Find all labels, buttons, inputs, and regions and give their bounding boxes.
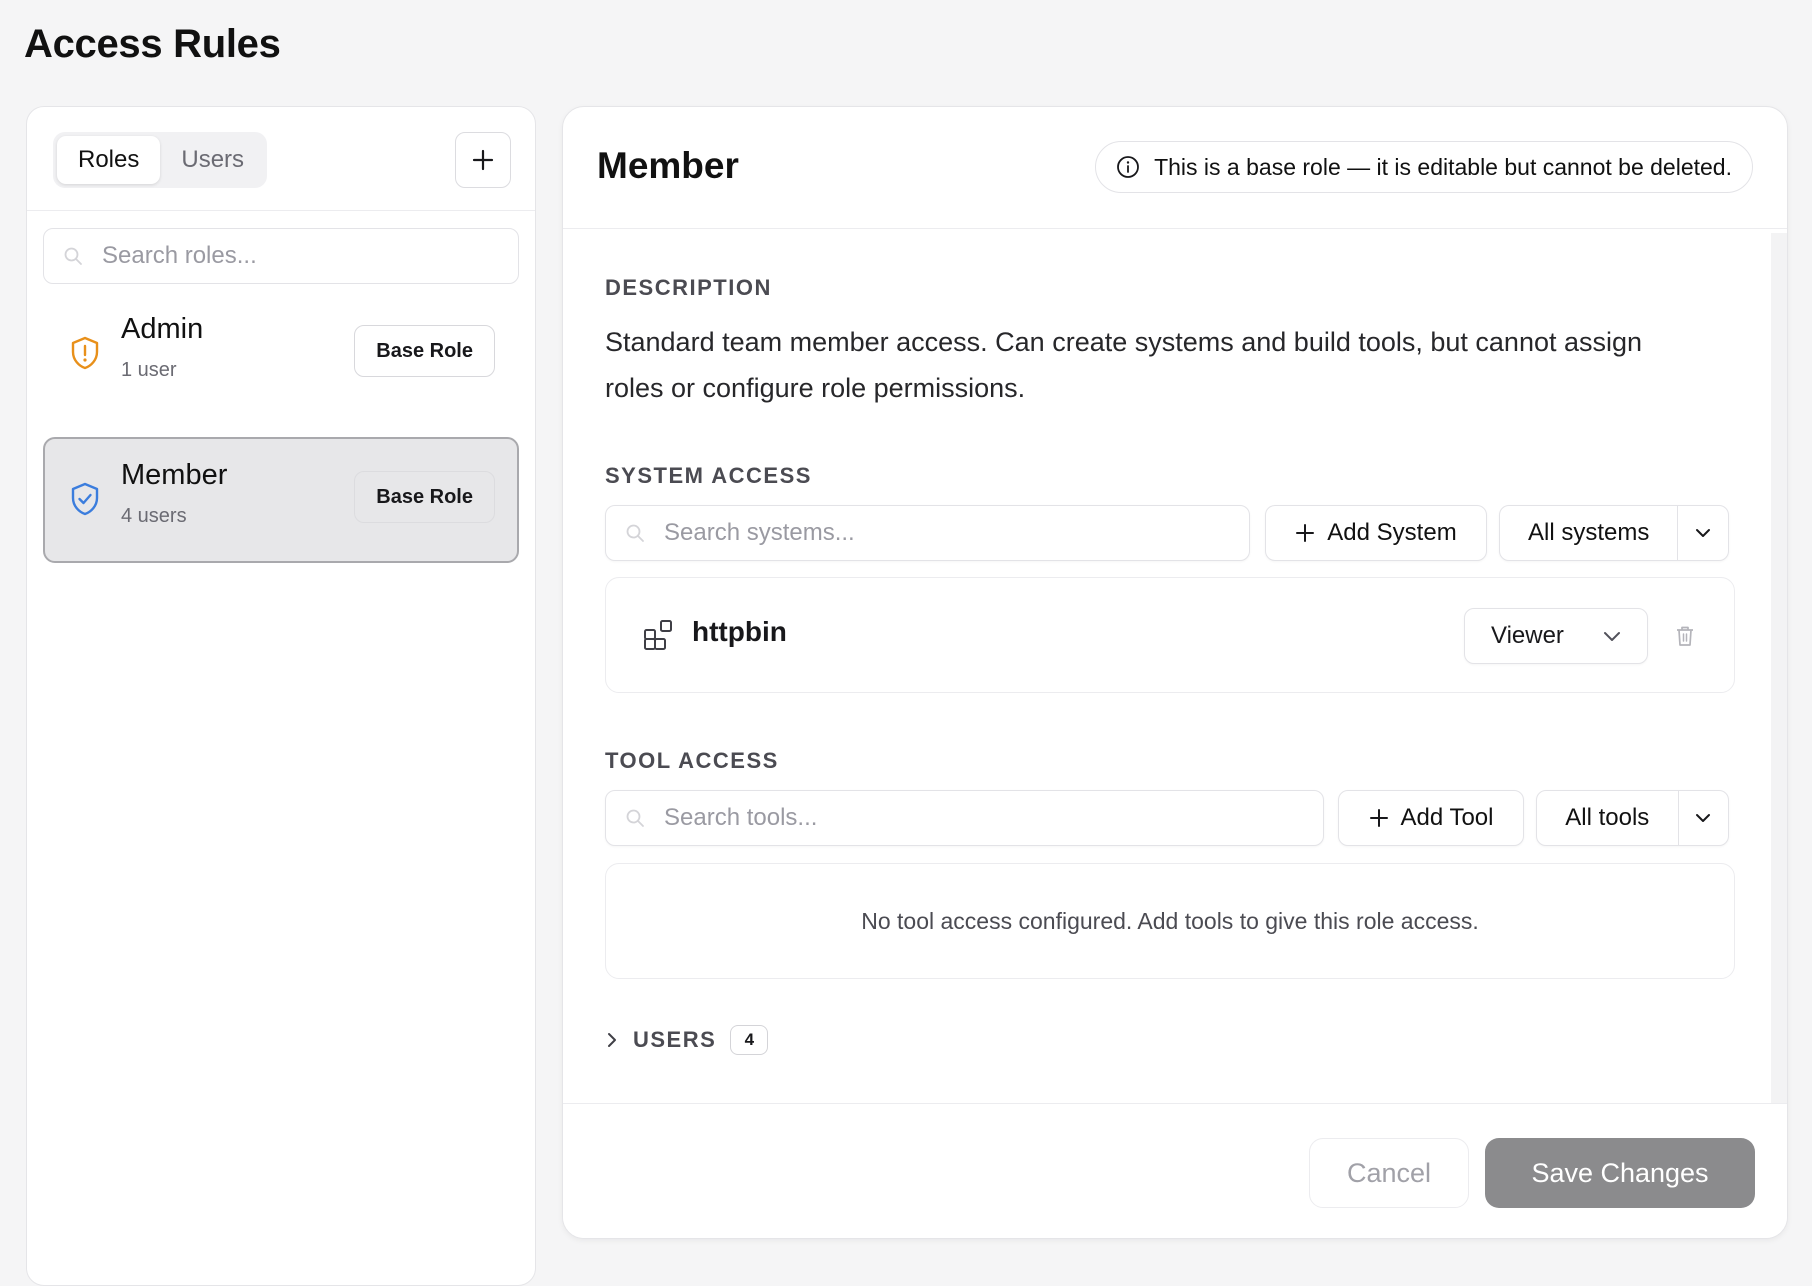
- tool-filter-value[interactable]: All tools: [1537, 791, 1679, 845]
- chevron-down-icon: [1604, 631, 1620, 641]
- search-icon: [620, 518, 650, 548]
- role-name: Admin: [121, 313, 204, 345]
- search-roles-input[interactable]: [102, 242, 518, 270]
- tab-roles[interactable]: Roles: [57, 136, 161, 184]
- tool-access-label: TOOL ACCESS: [605, 748, 779, 773]
- role-title: Member: [597, 145, 739, 186]
- search-icon: [620, 803, 650, 833]
- add-tool-label: Add Tool: [1400, 804, 1494, 831]
- shield-check-icon: [71, 482, 99, 516]
- trash-icon[interactable]: [1674, 624, 1696, 648]
- chevron-down-icon: [1696, 814, 1711, 822]
- search-tools-field: [605, 790, 1324, 846]
- search-icon: [58, 241, 88, 271]
- users-section-toggle[interactable]: USERS 4: [605, 1025, 769, 1055]
- tool-filter-select: All tools: [1536, 790, 1729, 846]
- empty-state-message: No tool access configured. Add tools to …: [861, 908, 1479, 934]
- system-filter-value[interactable]: All systems: [1500, 506, 1679, 560]
- role-detail-header: Member This is a base role — it is edita…: [563, 107, 1787, 229]
- search-systems-input[interactable]: [664, 519, 1249, 547]
- base-role-notice: This is a base role — it is editable but…: [1095, 141, 1753, 193]
- users-section-label: USERS: [633, 1027, 717, 1052]
- shield-alert-icon: [71, 336, 99, 370]
- role-name: Member: [121, 459, 228, 491]
- system-filter-dropdown[interactable]: [1678, 506, 1728, 560]
- base-role-badge: Base Role: [354, 471, 495, 523]
- detail-footer: Cancel Save Changes: [563, 1103, 1787, 1238]
- system-access-label: SYSTEM ACCESS: [605, 463, 812, 488]
- chevron-right-icon: [608, 1033, 616, 1047]
- system-filter-select: All systems: [1499, 505, 1729, 561]
- role-description: Standard team member access. Can create …: [605, 327, 1643, 403]
- notice-text: This is a base role — it is editable but…: [1154, 153, 1732, 180]
- cancel-button[interactable]: Cancel: [1309, 1138, 1469, 1208]
- scrollbar[interactable]: [1771, 233, 1787, 1103]
- sidebar-header: Roles Users: [27, 107, 535, 211]
- system-name: httpbin: [692, 616, 787, 647]
- users-count-badge: 4: [730, 1025, 769, 1055]
- base-role-badge: Base Role: [354, 325, 495, 377]
- add-role-button[interactable]: [455, 132, 511, 188]
- save-changes-button[interactable]: Save Changes: [1485, 1138, 1755, 1208]
- add-tool-button[interactable]: Add Tool: [1338, 790, 1524, 846]
- roles-sidebar: Roles Users Admin 1 user Base Role Membe…: [26, 106, 536, 1286]
- system-role-select[interactable]: Viewer: [1464, 608, 1648, 664]
- role-item-member[interactable]: Member 4 users Base Role: [43, 437, 519, 563]
- role-user-count: 1 user: [121, 359, 177, 381]
- page-title: Access Rules: [24, 22, 281, 66]
- plus-icon: [472, 149, 494, 171]
- roles-users-toggle: Roles Users: [53, 132, 267, 188]
- description-label: DESCRIPTION: [605, 275, 772, 300]
- system-role-value: Viewer: [1491, 622, 1564, 649]
- plus-icon: [1369, 809, 1388, 827]
- system-access-row: httpbin Viewer: [605, 577, 1735, 693]
- add-system-label: Add System: [1327, 519, 1457, 546]
- search-systems-field: [605, 505, 1250, 561]
- role-item-admin[interactable]: Admin 1 user Base Role: [43, 291, 519, 417]
- chevron-down-icon: [1696, 529, 1711, 537]
- info-icon: [1117, 156, 1139, 178]
- role-detail-panel: Member This is a base role — it is edita…: [562, 106, 1788, 1239]
- search-roles-field: [43, 228, 519, 284]
- tab-users[interactable]: Users: [160, 136, 265, 184]
- search-tools-input[interactable]: [664, 804, 1323, 832]
- role-user-count: 4 users: [121, 505, 187, 527]
- tool-filter-dropdown[interactable]: [1679, 791, 1728, 845]
- plus-icon: [1296, 524, 1315, 542]
- tool-access-empty-state: No tool access configured. Add tools to …: [605, 863, 1735, 979]
- system-grid-icon: [644, 620, 672, 650]
- add-system-button[interactable]: Add System: [1265, 505, 1487, 561]
